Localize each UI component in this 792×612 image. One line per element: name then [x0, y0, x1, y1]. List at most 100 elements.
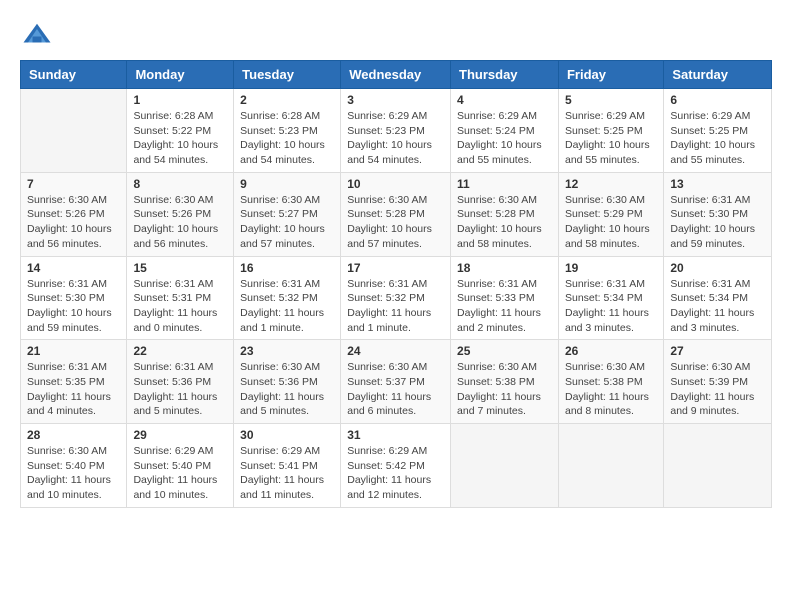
weekday-header: Friday	[558, 61, 663, 89]
day-info: Sunrise: 6:29 AM Sunset: 5:25 PM Dayligh…	[670, 109, 765, 168]
day-info: Sunrise: 6:30 AM Sunset: 5:27 PM Dayligh…	[240, 193, 334, 252]
day-info: Sunrise: 6:29 AM Sunset: 5:25 PM Dayligh…	[565, 109, 657, 168]
day-number: 18	[457, 261, 552, 275]
weekday-header: Sunday	[21, 61, 127, 89]
calendar-cell	[21, 89, 127, 173]
day-number: 27	[670, 344, 765, 358]
day-number: 14	[27, 261, 120, 275]
day-info: Sunrise: 6:31 AM Sunset: 5:34 PM Dayligh…	[565, 277, 657, 336]
calendar-cell: 21 Sunrise: 6:31 AM Sunset: 5:35 PM Dayli…	[21, 340, 127, 424]
day-number: 24	[347, 344, 444, 358]
day-number: 10	[347, 177, 444, 191]
calendar-cell: 22 Sunrise: 6:31 AM Sunset: 5:36 PM Dayli…	[127, 340, 234, 424]
day-number: 28	[27, 428, 120, 442]
day-info: Sunrise: 6:31 AM Sunset: 5:30 PM Dayligh…	[27, 277, 120, 336]
day-info: Sunrise: 6:31 AM Sunset: 5:35 PM Dayligh…	[27, 360, 120, 419]
day-number: 9	[240, 177, 334, 191]
calendar-cell: 29 Sunrise: 6:29 AM Sunset: 5:40 PM Dayli…	[127, 424, 234, 508]
calendar-cell: 7Sunrise: 6:30 AM Sunset: 5:26 PM Daylig…	[21, 172, 127, 256]
day-number: 5	[565, 93, 657, 107]
calendar-cell: 20 Sunrise: 6:31 AM Sunset: 5:34 PM Dayli…	[664, 256, 772, 340]
day-info: Sunrise: 6:28 AM Sunset: 5:23 PM Dayligh…	[240, 109, 334, 168]
day-info: Sunrise: 6:31 AM Sunset: 5:31 PM Dayligh…	[133, 277, 227, 336]
day-info: Sunrise: 6:31 AM Sunset: 5:30 PM Dayligh…	[670, 193, 765, 252]
calendar-cell	[664, 424, 772, 508]
day-info: Sunrise: 6:29 AM Sunset: 5:42 PM Dayligh…	[347, 444, 444, 503]
calendar-cell: 26Sunrise: 6:30 AM Sunset: 5:38 PM Dayli…	[558, 340, 663, 424]
weekday-header: Wednesday	[341, 61, 451, 89]
day-info: Sunrise: 6:29 AM Sunset: 5:41 PM Dayligh…	[240, 444, 334, 503]
calendar-cell: 16 Sunrise: 6:31 AM Sunset: 5:32 PM Dayli…	[234, 256, 341, 340]
day-number: 11	[457, 177, 552, 191]
day-number: 6	[670, 93, 765, 107]
day-number: 19	[565, 261, 657, 275]
calendar-week-row: 21 Sunrise: 6:31 AM Sunset: 5:35 PM Dayli…	[21, 340, 772, 424]
calendar-cell: 24 Sunrise: 6:30 AM Sunset: 5:37 PM Dayli…	[341, 340, 451, 424]
day-info: Sunrise: 6:31 AM Sunset: 5:36 PM Dayligh…	[133, 360, 227, 419]
day-number: 3	[347, 93, 444, 107]
logo-icon	[22, 20, 52, 50]
calendar-week-row: 1 Sunrise: 6:28 AM Sunset: 5:22 PM Daylig…	[21, 89, 772, 173]
day-info: Sunrise: 6:30 AM Sunset: 5:37 PM Dayligh…	[347, 360, 444, 419]
day-info: Sunrise: 6:28 AM Sunset: 5:22 PM Dayligh…	[133, 109, 227, 168]
weekday-header: Thursday	[451, 61, 559, 89]
day-number: 31	[347, 428, 444, 442]
calendar-cell: 3Sunrise: 6:29 AM Sunset: 5:23 PM Daylig…	[341, 89, 451, 173]
day-info: Sunrise: 6:29 AM Sunset: 5:40 PM Dayligh…	[133, 444, 227, 503]
calendar-cell: 17 Sunrise: 6:31 AM Sunset: 5:32 PM Dayli…	[341, 256, 451, 340]
calendar-cell: 4 Sunrise: 6:29 AM Sunset: 5:24 PM Daylig…	[451, 89, 559, 173]
weekday-header: Tuesday	[234, 61, 341, 89]
calendar-cell: 31 Sunrise: 6:29 AM Sunset: 5:42 PM Dayli…	[341, 424, 451, 508]
day-info: Sunrise: 6:30 AM Sunset: 5:28 PM Dayligh…	[347, 193, 444, 252]
day-number: 2	[240, 93, 334, 107]
day-info: Sunrise: 6:29 AM Sunset: 5:24 PM Dayligh…	[457, 109, 552, 168]
calendar-cell: 23Sunrise: 6:30 AM Sunset: 5:36 PM Dayli…	[234, 340, 341, 424]
calendar-cell: 19 Sunrise: 6:31 AM Sunset: 5:34 PM Dayli…	[558, 256, 663, 340]
calendar-cell: 2 Sunrise: 6:28 AM Sunset: 5:23 PM Daylig…	[234, 89, 341, 173]
day-number: 29	[133, 428, 227, 442]
calendar-cell: 12 Sunrise: 6:30 AM Sunset: 5:29 PM Dayli…	[558, 172, 663, 256]
calendar-cell: 18 Sunrise: 6:31 AM Sunset: 5:33 PM Dayli…	[451, 256, 559, 340]
day-number: 20	[670, 261, 765, 275]
calendar-cell: 13 Sunrise: 6:31 AM Sunset: 5:30 PM Dayli…	[664, 172, 772, 256]
calendar-week-row: 7Sunrise: 6:30 AM Sunset: 5:26 PM Daylig…	[21, 172, 772, 256]
day-number: 4	[457, 93, 552, 107]
calendar-cell: 5 Sunrise: 6:29 AM Sunset: 5:25 PM Daylig…	[558, 89, 663, 173]
day-info: Sunrise: 6:31 AM Sunset: 5:33 PM Dayligh…	[457, 277, 552, 336]
day-number: 13	[670, 177, 765, 191]
day-info: Sunrise: 6:30 AM Sunset: 5:40 PM Dayligh…	[27, 444, 120, 503]
weekday-header: Monday	[127, 61, 234, 89]
day-number: 16	[240, 261, 334, 275]
calendar-cell: 6 Sunrise: 6:29 AM Sunset: 5:25 PM Daylig…	[664, 89, 772, 173]
day-number: 15	[133, 261, 227, 275]
day-info: Sunrise: 6:30 AM Sunset: 5:38 PM Dayligh…	[565, 360, 657, 419]
calendar-cell: 28 Sunrise: 6:30 AM Sunset: 5:40 PM Dayli…	[21, 424, 127, 508]
day-number: 30	[240, 428, 334, 442]
day-info: Sunrise: 6:30 AM Sunset: 5:29 PM Dayligh…	[565, 193, 657, 252]
day-number: 25	[457, 344, 552, 358]
day-number: 12	[565, 177, 657, 191]
calendar-cell: 9 Sunrise: 6:30 AM Sunset: 5:27 PM Daylig…	[234, 172, 341, 256]
weekday-header-row: SundayMondayTuesdayWednesdayThursdayFrid…	[21, 61, 772, 89]
calendar-cell: 1 Sunrise: 6:28 AM Sunset: 5:22 PM Daylig…	[127, 89, 234, 173]
calendar-cell	[451, 424, 559, 508]
day-info: Sunrise: 6:31 AM Sunset: 5:32 PM Dayligh…	[240, 277, 334, 336]
calendar-cell: 15 Sunrise: 6:31 AM Sunset: 5:31 PM Dayli…	[127, 256, 234, 340]
day-info: Sunrise: 6:30 AM Sunset: 5:38 PM Dayligh…	[457, 360, 552, 419]
day-info: Sunrise: 6:30 AM Sunset: 5:36 PM Dayligh…	[240, 360, 334, 419]
day-number: 17	[347, 261, 444, 275]
calendar-cell: 8 Sunrise: 6:30 AM Sunset: 5:26 PM Daylig…	[127, 172, 234, 256]
day-number: 1	[133, 93, 227, 107]
day-number: 8	[133, 177, 227, 191]
day-info: Sunrise: 6:30 AM Sunset: 5:28 PM Dayligh…	[457, 193, 552, 252]
calendar-cell: 30 Sunrise: 6:29 AM Sunset: 5:41 PM Dayli…	[234, 424, 341, 508]
day-number: 22	[133, 344, 227, 358]
day-info: Sunrise: 6:30 AM Sunset: 5:26 PM Dayligh…	[133, 193, 227, 252]
day-info: Sunrise: 6:31 AM Sunset: 5:34 PM Dayligh…	[670, 277, 765, 336]
calendar-cell: 27Sunrise: 6:30 AM Sunset: 5:39 PM Dayli…	[664, 340, 772, 424]
calendar-cell	[558, 424, 663, 508]
day-info: Sunrise: 6:30 AM Sunset: 5:26 PM Dayligh…	[27, 193, 120, 252]
day-info: Sunrise: 6:31 AM Sunset: 5:32 PM Dayligh…	[347, 277, 444, 336]
day-number: 21	[27, 344, 120, 358]
header	[20, 20, 772, 50]
